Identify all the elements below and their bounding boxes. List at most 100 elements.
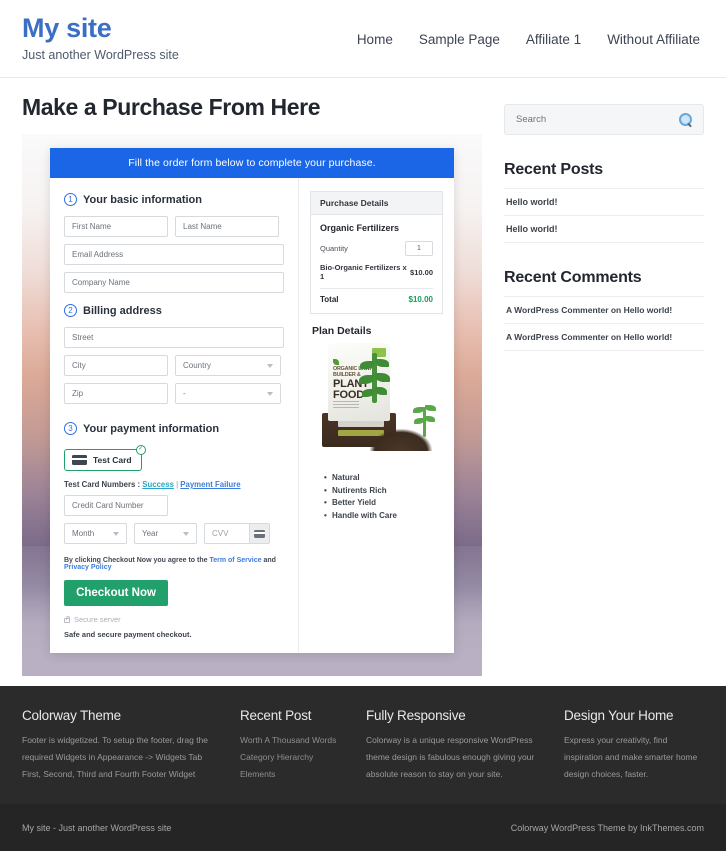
footer-widget-text: Express your creativity, find inspiratio… xyxy=(564,735,698,779)
nav-item-without-affiliate[interactable]: Without Affiliate xyxy=(607,32,700,47)
payment-method-test-card[interactable]: Test Card ✓ xyxy=(64,445,146,471)
site-header: My site Just another WordPress site Home… xyxy=(0,0,726,78)
copyright-right[interactable]: Colorway WordPress Theme by InkThemes.co… xyxy=(511,823,704,833)
recent-posts-title: Recent Posts xyxy=(504,161,603,178)
footer-copyright-bar: My site - Just another WordPress site Co… xyxy=(0,804,726,851)
step-1-number: 1 xyxy=(64,193,77,206)
email-address-input[interactable]: Email Address xyxy=(64,244,284,265)
plan-feature-list: Natural Nutirents Rich Better Yield Hand… xyxy=(310,473,443,520)
order-form-fields: 1 Your basic information First Name Last… xyxy=(50,178,299,653)
order-summary-side: Purchase Details Organic Fertilizers Qua… xyxy=(299,178,454,653)
chevron-down-icon xyxy=(267,391,273,396)
test-card-failure-link[interactable]: Payment Failure xyxy=(180,480,240,489)
cvv-input[interactable]: CVV xyxy=(205,524,249,543)
product-image: ORGANIC LAWN BUILDER & PLANT FOOD xyxy=(310,343,444,465)
cvv-card-icon-box xyxy=(249,524,269,543)
term-of-service-link[interactable]: Term of Service xyxy=(209,557,261,564)
credit-card-icon xyxy=(72,455,87,465)
plan-feature-item: Handle with Care xyxy=(324,511,443,520)
step-1-label: Your basic information xyxy=(83,193,202,206)
privacy-policy-link[interactable]: Privacy Policy xyxy=(64,564,111,571)
terms-prefix: By clicking Checkout Now you agree to th… xyxy=(64,557,210,564)
nav-item-home[interactable]: Home xyxy=(357,32,393,47)
recent-comments-list: A WordPress Commenter on Hello world! A … xyxy=(504,296,704,351)
site-tagline: Just another WordPress site xyxy=(22,47,179,62)
plan-feature-item: Better Yield xyxy=(324,498,443,507)
quantity-label: Quantity xyxy=(320,244,348,253)
step-1-header: 1 Your basic information xyxy=(64,193,284,206)
footer-widget-design-your-home: Design Your Home Express your creativity… xyxy=(564,708,704,786)
credit-card-number-input[interactable]: Credit Card Number xyxy=(64,495,168,516)
copyright-left: My site - Just another WordPress site xyxy=(22,822,172,833)
nav-item-affiliate-1[interactable]: Affiliate 1 xyxy=(526,32,581,47)
sprout-illustration xyxy=(412,403,438,437)
brand-block: My site Just another WordPress site xyxy=(22,13,179,62)
lock-icon xyxy=(64,616,70,623)
footer-widget-fully-responsive: Fully Responsive Colorway is a unique re… xyxy=(366,708,546,786)
company-name-input[interactable]: Company Name xyxy=(64,272,284,293)
street-input[interactable]: Street xyxy=(64,327,284,348)
checkout-now-button[interactable]: Checkout Now xyxy=(64,580,168,606)
check-circle-icon: ✓ xyxy=(135,445,146,455)
list-item[interactable]: Elements xyxy=(240,766,348,783)
step-2-header: 2 Billing address xyxy=(64,304,284,317)
sidebar: Search Recent Posts Hello world! Hello w… xyxy=(504,94,704,676)
test-card-success-link[interactable]: Success xyxy=(142,480,174,489)
footer-widget-colorway-theme: Colorway Theme Footer is widgetized. To … xyxy=(22,708,222,786)
name-field-row: First Name Last Name xyxy=(64,216,284,244)
state-select-value: - xyxy=(183,389,186,398)
nav-item-sample-page[interactable]: Sample Page xyxy=(419,32,500,47)
purchase-details-body: Organic Fertilizers Quantity 1 Bio-Organ… xyxy=(311,215,442,313)
secure-server-label: Secure server xyxy=(74,615,121,624)
line-item-amount: $10.00 xyxy=(410,267,433,277)
country-select[interactable]: Country xyxy=(175,355,281,376)
footer-widget-text: Footer is widgetized. To setup the foote… xyxy=(22,735,209,779)
expiry-year-select[interactable]: Year xyxy=(134,523,197,544)
bag-plant-illustration xyxy=(359,353,394,415)
quantity-input[interactable]: 1 xyxy=(405,241,433,256)
recent-posts-list: Hello world! Hello world! xyxy=(504,188,704,243)
footer-widget-title: Fully Responsive xyxy=(366,708,466,723)
last-name-input[interactable]: Last Name xyxy=(175,216,279,237)
purchase-product-name: Organic Fertilizers xyxy=(320,223,400,233)
city-input[interactable]: City xyxy=(64,355,168,376)
plan-details-title: Plan Details xyxy=(312,325,372,337)
safe-checkout-text: Safe and secure payment checkout. xyxy=(64,630,192,639)
order-form-backdrop: Fill the order form below to complete yo… xyxy=(22,134,482,676)
list-item[interactable]: Hello world! xyxy=(504,215,704,243)
expiry-cvv-row: Month Year CVV xyxy=(64,523,284,551)
list-item[interactable]: A WordPress Commenter on Hello world! xyxy=(504,296,704,323)
footer-widget-title: Colorway Theme xyxy=(22,708,121,723)
site-title[interactable]: My site xyxy=(22,13,179,44)
step-3-header: 3 Your payment information xyxy=(64,422,284,435)
city-country-row: City Country xyxy=(64,355,284,383)
state-select[interactable]: - xyxy=(175,383,281,404)
primary-navigation: Home Sample Page Affiliate 1 Without Aff… xyxy=(357,32,704,47)
step-2-label: Billing address xyxy=(83,304,162,317)
search-icon[interactable] xyxy=(679,113,692,126)
test-card-numbers-line: Test Card Numbers : Success | Payment Fa… xyxy=(64,480,284,489)
footer-widget-text: Colorway is a unique responsive WordPres… xyxy=(366,735,535,779)
product-bag: ORGANIC LAWN BUILDER & PLANT FOOD xyxy=(328,343,390,421)
list-item[interactable]: Category Hierarchy xyxy=(240,749,348,766)
secure-server-row: Secure server xyxy=(64,615,284,624)
zip-input[interactable]: Zip xyxy=(64,383,168,404)
footer-widget-title: Recent Post xyxy=(240,708,312,723)
list-item[interactable]: Hello world! xyxy=(504,188,704,215)
first-name-input[interactable]: First Name xyxy=(64,216,168,237)
quantity-row: Quantity 1 xyxy=(320,241,433,256)
step-3-label: Your payment information xyxy=(83,422,220,435)
order-form-card: Fill the order form below to complete yo… xyxy=(50,148,454,653)
expiry-year-value: Year xyxy=(142,529,159,538)
summary-divider xyxy=(320,288,433,289)
list-item[interactable]: Worth A Thousand Words xyxy=(240,732,348,749)
search-input[interactable]: Search xyxy=(516,114,546,125)
search-widget[interactable]: Search xyxy=(504,104,704,135)
expiry-month-select[interactable]: Month xyxy=(64,523,127,544)
list-item[interactable]: A WordPress Commenter on Hello world! xyxy=(504,323,704,351)
total-row: Total $10.00 xyxy=(320,295,433,304)
page-wrapper: Make a Purchase From Here Fill the order… xyxy=(0,78,726,676)
cvv-field[interactable]: CVV xyxy=(204,523,270,544)
order-form-body: 1 Your basic information First Name Last… xyxy=(50,178,454,653)
terms-mid: and xyxy=(261,557,276,564)
